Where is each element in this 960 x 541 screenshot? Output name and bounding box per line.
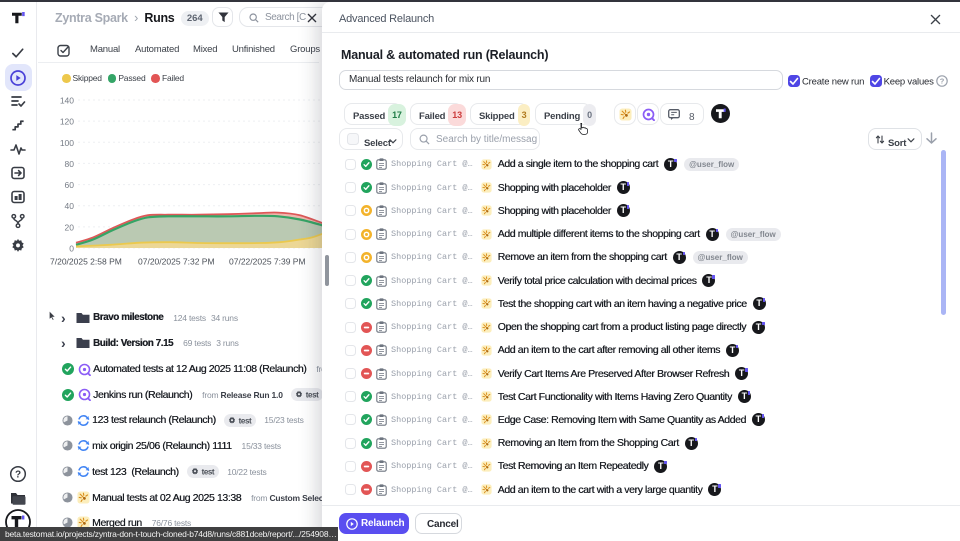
svg-text:?: ?: [15, 470, 21, 481]
svg-text:80: 80: [65, 159, 75, 169]
svg-text:60: 60: [65, 180, 75, 190]
svg-text:7/20/2025 2:58 PM: 7/20/2025 2:58 PM: [50, 257, 122, 267]
svg-text:07/20/2025 7:32 PM: 07/20/2025 7:32 PM: [138, 257, 215, 267]
svg-text:40: 40: [65, 201, 75, 211]
svg-text:0: 0: [69, 244, 74, 254]
svg-text:100: 100: [60, 138, 74, 148]
svg-text:140: 140: [60, 96, 74, 106]
svg-text:07/22/2025 7:39 PM: 07/22/2025 7:39 PM: [229, 257, 306, 267]
svg-text:?: ?: [940, 77, 945, 86]
svg-text:20: 20: [65, 222, 75, 232]
svg-text:120: 120: [60, 117, 74, 127]
